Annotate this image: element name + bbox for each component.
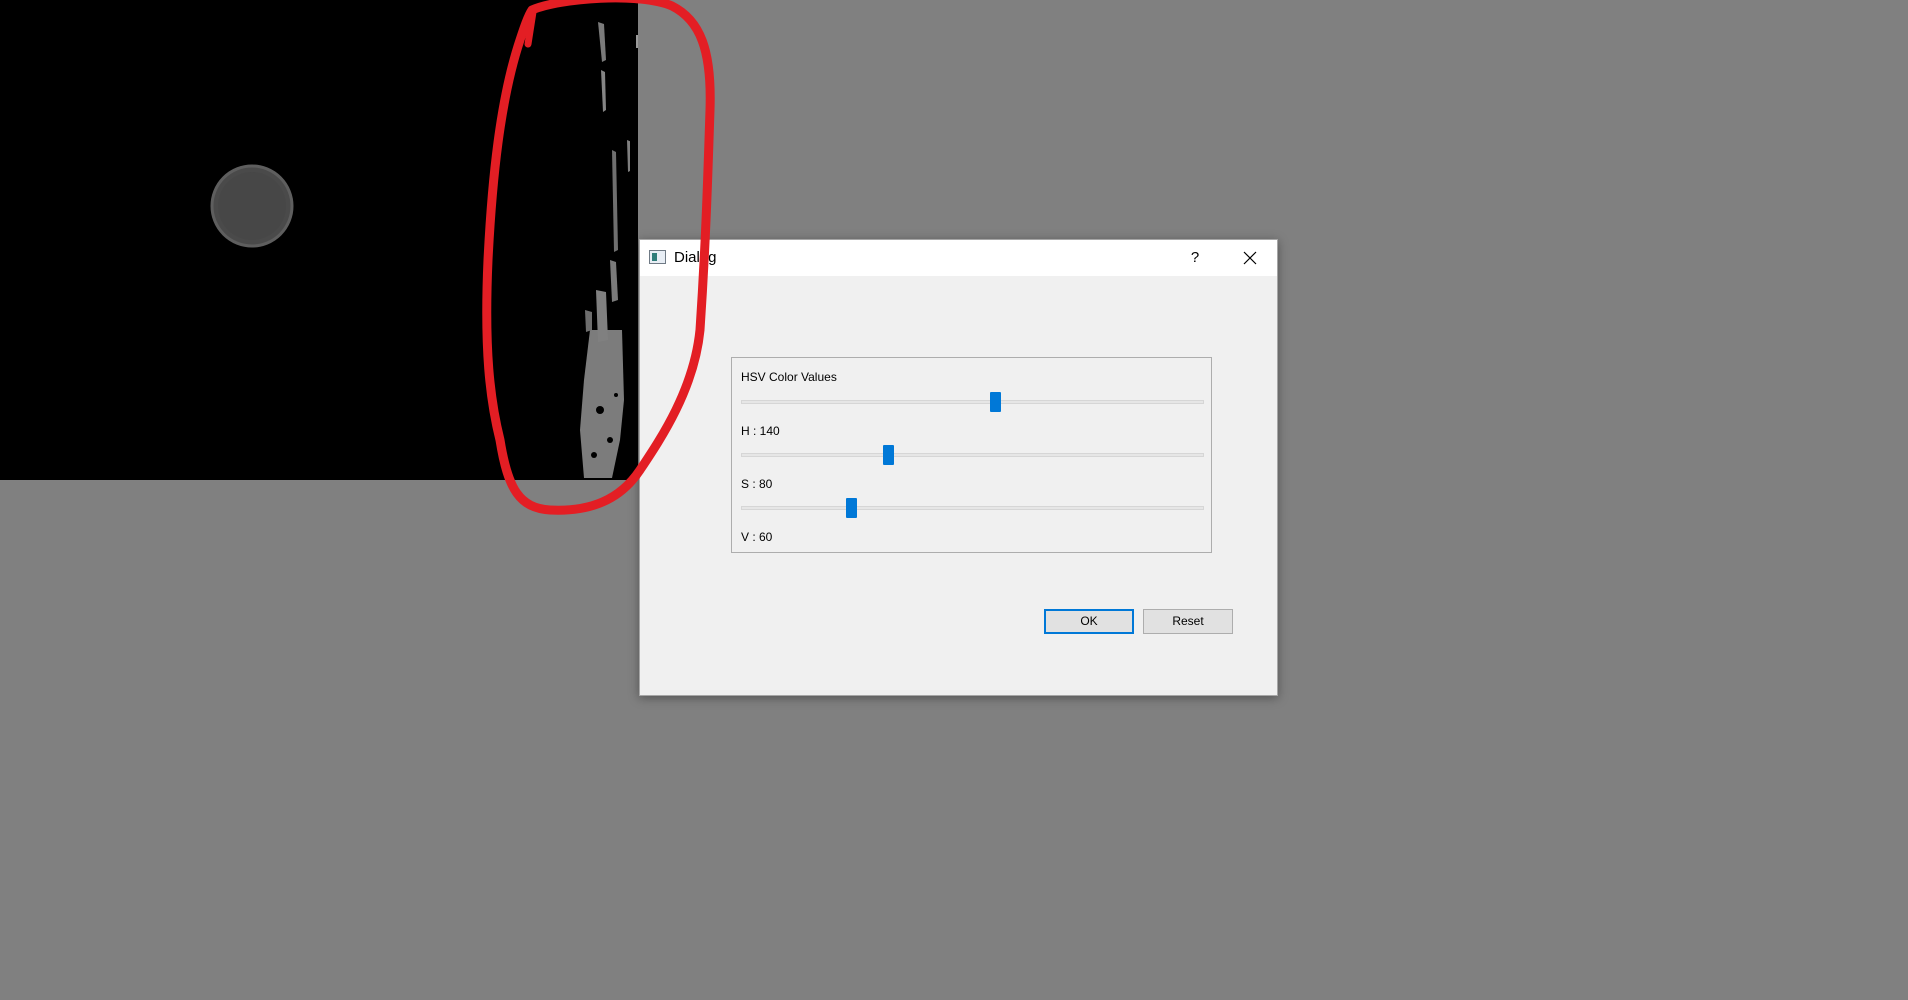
value-slider[interactable] — [741, 496, 1204, 520]
hsv-color-values-group: HSV Color Values H : 140 S : 80 V : 60 — [731, 357, 1212, 553]
slider-track — [741, 506, 1204, 510]
slider-thumb[interactable] — [989, 392, 1001, 412]
close-button[interactable] — [1230, 243, 1270, 273]
slider-track — [741, 453, 1204, 457]
slider-track — [741, 400, 1204, 404]
value-value-label: V : 60 — [741, 530, 773, 544]
hsv-dialog: Dialog ? HSV Color Values H : 140 S : 80 — [639, 239, 1278, 696]
mask-preview-image — [0, 0, 638, 480]
ok-button[interactable]: OK — [1044, 609, 1134, 634]
dialog-title: Dialog — [674, 249, 717, 266]
slider-thumb[interactable] — [846, 498, 858, 518]
desktop: Dialog ? HSV Color Values H : 140 S : 80 — [0, 0, 1908, 1000]
hue-value-label: H : 140 — [741, 424, 780, 438]
hue-slider[interactable] — [741, 390, 1204, 414]
saturation-slider[interactable] — [741, 443, 1204, 467]
help-button[interactable]: ? — [1175, 243, 1215, 273]
group-title: HSV Color Values — [741, 370, 837, 384]
saturation-value-label: S : 80 — [741, 477, 773, 491]
reset-button[interactable]: Reset — [1143, 609, 1233, 634]
slider-thumb[interactable] — [883, 445, 895, 465]
window-icon — [649, 250, 666, 264]
dialog-title-bar[interactable]: Dialog ? — [640, 240, 1277, 276]
close-icon — [1243, 251, 1257, 265]
mask-image-content — [210, 20, 638, 480]
